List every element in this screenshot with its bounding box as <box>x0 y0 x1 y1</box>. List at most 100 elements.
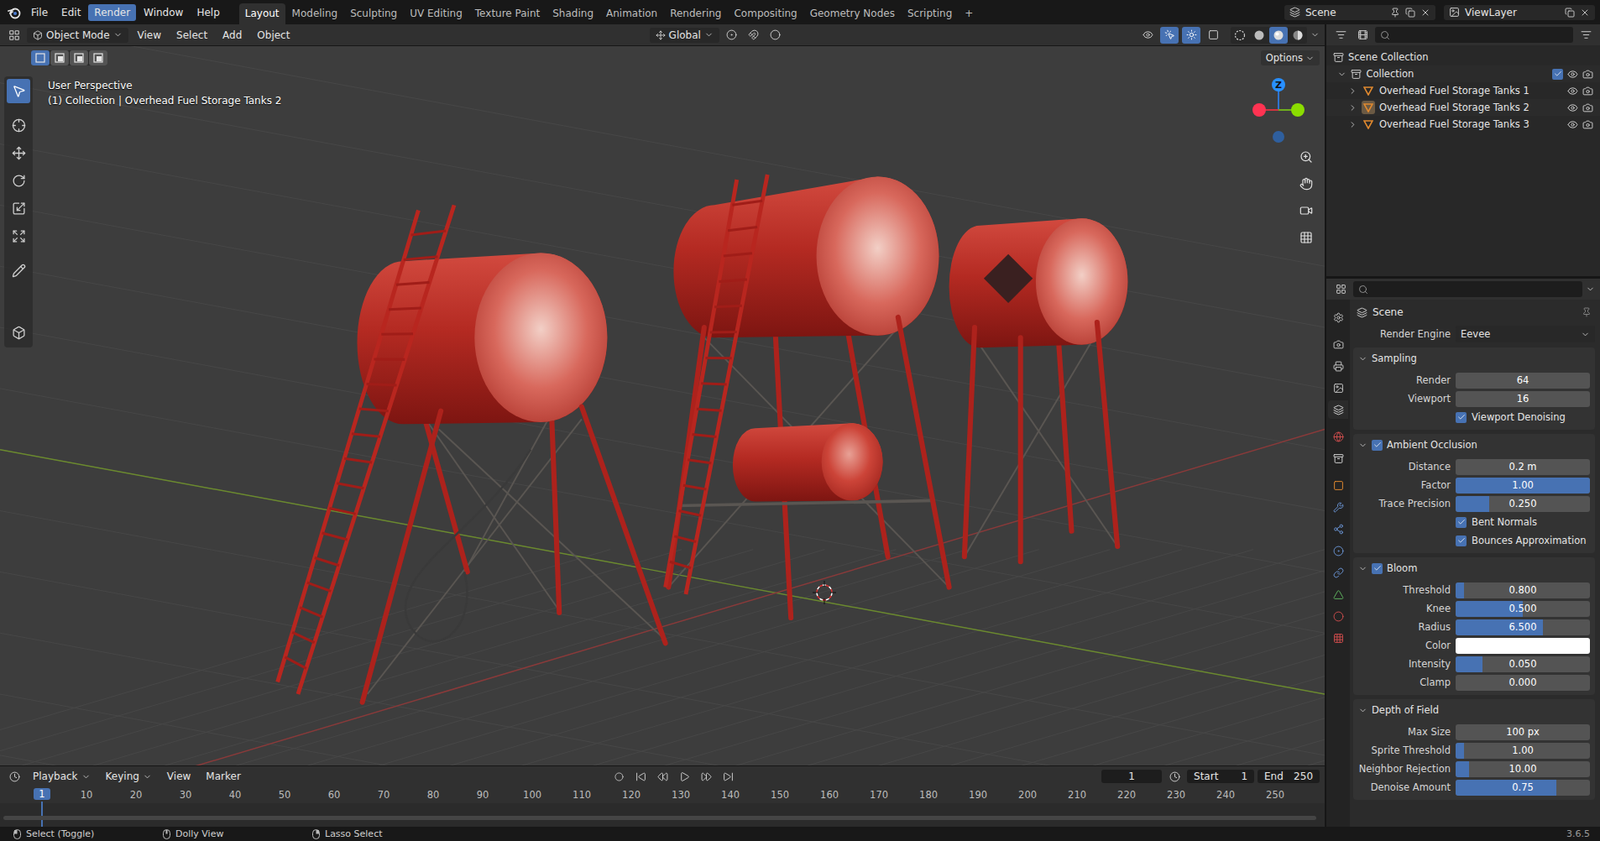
value-field[interactable]: 16 <box>1455 391 1590 408</box>
header-button[interactable]: Add <box>216 27 248 43</box>
checkbox[interactable] <box>1552 68 1564 80</box>
header-button[interactable]: View <box>161 768 197 785</box>
outliner-row[interactable]: Overhead Fuel Storage Tanks 3 <box>1326 115 1600 133</box>
workspace-tab[interactable]: Animation <box>600 3 664 25</box>
tool-button[interactable] <box>6 168 31 194</box>
render-engine-dropdown[interactable]: Eevee <box>1455 325 1595 343</box>
value-field[interactable]: 0.000 <box>1455 674 1590 691</box>
icon-button[interactable] <box>1576 26 1595 44</box>
header-button[interactable]: Keying <box>99 768 158 785</box>
frame-field[interactable]: Start1 <box>1186 769 1255 784</box>
value-field[interactable]: 10.00 <box>1455 761 1590 778</box>
panel-header[interactable]: Sampling <box>1353 347 1595 370</box>
icon-button[interactable] <box>1160 26 1179 44</box>
data-selector[interactable]: Scene <box>1284 5 1436 21</box>
header-button[interactable]: Object <box>250 27 296 43</box>
icon-button[interactable] <box>1230 26 1250 44</box>
select-mode-button[interactable] <box>88 50 108 66</box>
menu-item[interactable]: Window <box>137 4 189 21</box>
tool-button[interactable] <box>6 320 31 346</box>
nav-button[interactable] <box>1296 173 1317 194</box>
header-button[interactable]: Marker <box>199 768 246 785</box>
outliner-row[interactable]: Overhead Fuel Storage Tanks 2 <box>1326 99 1600 116</box>
header-button[interactable]: Object Mode <box>26 27 129 43</box>
data-selector[interactable]: ViewLayer <box>1443 5 1595 21</box>
icon-button[interactable] <box>722 26 742 44</box>
fuel-tank[interactable] <box>732 423 884 502</box>
properties-tab[interactable] <box>1328 356 1349 376</box>
value-field[interactable]: 1.00 <box>1455 742 1590 759</box>
icon-button[interactable] <box>1181 26 1201 44</box>
workspace-tab[interactable]: Scripting <box>901 3 958 25</box>
icon-button[interactable] <box>697 768 717 785</box>
properties-tab[interactable] <box>1328 308 1349 327</box>
properties-tab[interactable] <box>1328 378 1349 398</box>
workspace-tab[interactable]: + <box>958 3 979 25</box>
workspace-tab[interactable]: Geometry Nodes <box>804 3 901 25</box>
value-field[interactable]: 1.00 <box>1455 477 1590 494</box>
axis-gizmo-icon[interactable]: Z <box>1249 74 1308 147</box>
workspace-tab[interactable]: Texture Paint <box>469 3 546 25</box>
checkbox-row[interactable]: Bounces Approximation <box>1455 534 1590 547</box>
value-field[interactable]: 0.75 <box>1455 779 1590 796</box>
value-field[interactable]: 6.500 <box>1455 619 1590 636</box>
icon-button[interactable] <box>632 768 651 785</box>
workspace-tab[interactable]: Modeling <box>286 3 345 25</box>
outliner-row[interactable]: Scene Collection <box>1326 48 1600 66</box>
workspace-tab[interactable]: Layout <box>239 3 286 25</box>
properties-tab[interactable] <box>1328 585 1349 604</box>
icon-button[interactable] <box>719 768 738 785</box>
workspace-tab[interactable]: Compositing <box>727 3 803 25</box>
header-button[interactable]: Playback <box>26 768 97 785</box>
icon-button[interactable] <box>1165 768 1184 785</box>
search-field[interactable] <box>1375 26 1574 43</box>
checkbox[interactable] <box>1455 412 1467 424</box>
properties-tab[interactable] <box>1328 427 1349 446</box>
menu-item[interactable]: Help <box>190 4 225 21</box>
panel-header[interactable]: Depth of Field <box>1353 699 1595 722</box>
icon-button[interactable] <box>1331 281 1350 299</box>
icon-button[interactable] <box>1331 26 1350 44</box>
icon-button[interactable] <box>5 4 24 21</box>
properties-tab[interactable] <box>1328 541 1349 560</box>
nav-button[interactable] <box>1296 200 1317 221</box>
checkbox[interactable] <box>1371 439 1383 451</box>
value-field[interactable]: 0.250 <box>1455 496 1590 513</box>
tool-button[interactable] <box>6 113 31 138</box>
select-mode-button[interactable] <box>69 50 89 66</box>
nav-button[interactable] <box>1296 146 1317 168</box>
header-button[interactable]: View <box>131 27 168 43</box>
properties-tab[interactable] <box>1328 628 1349 648</box>
icon-button[interactable] <box>1203 26 1223 44</box>
value-field[interactable]: 64 <box>1455 372 1590 389</box>
checkbox[interactable] <box>1455 517 1467 529</box>
workspace-tab[interactable]: Sculpting <box>344 3 403 25</box>
header-button[interactable]: Global <box>649 27 720 43</box>
properties-tab[interactable] <box>1328 334 1349 354</box>
3d-viewport[interactable]: OptionsUser Perspective(1) Collection | … <box>0 46 1325 766</box>
blender-logo-icon[interactable] <box>7 5 21 20</box>
value-field[interactable]: 100 px <box>1455 724 1590 741</box>
icon-button[interactable] <box>1269 26 1288 44</box>
checkbox[interactable] <box>1371 563 1383 575</box>
frame-ruler[interactable]: 1020304050607080901001101201301401501601… <box>0 786 1325 827</box>
properties-tab[interactable] <box>1328 449 1349 468</box>
select-mode-button[interactable] <box>50 50 69 66</box>
3d-cursor-icon[interactable] <box>811 580 837 606</box>
fuel-tank[interactable] <box>357 252 608 424</box>
outliner-row[interactable]: Collection <box>1326 65 1600 83</box>
tool-button[interactable] <box>6 196 31 221</box>
icon-button[interactable] <box>610 768 629 785</box>
panel-header[interactable]: Ambient Occlusion <box>1353 433 1595 456</box>
menu-item[interactable]: Edit <box>55 4 87 21</box>
value-field[interactable]: 0.050 <box>1455 656 1590 673</box>
icon-button[interactable] <box>653 768 673 785</box>
header-button[interactable]: Select <box>170 27 214 43</box>
navigation-gizmo[interactable]: Z <box>1249 74 1308 147</box>
properties-tab[interactable] <box>1328 475 1349 495</box>
frame-field[interactable]: End250 <box>1257 769 1320 784</box>
icon-button[interactable] <box>766 26 785 44</box>
icon-button[interactable] <box>1138 26 1157 44</box>
scene-render[interactable] <box>0 46 1325 766</box>
properties-tab[interactable] <box>1328 519 1349 539</box>
